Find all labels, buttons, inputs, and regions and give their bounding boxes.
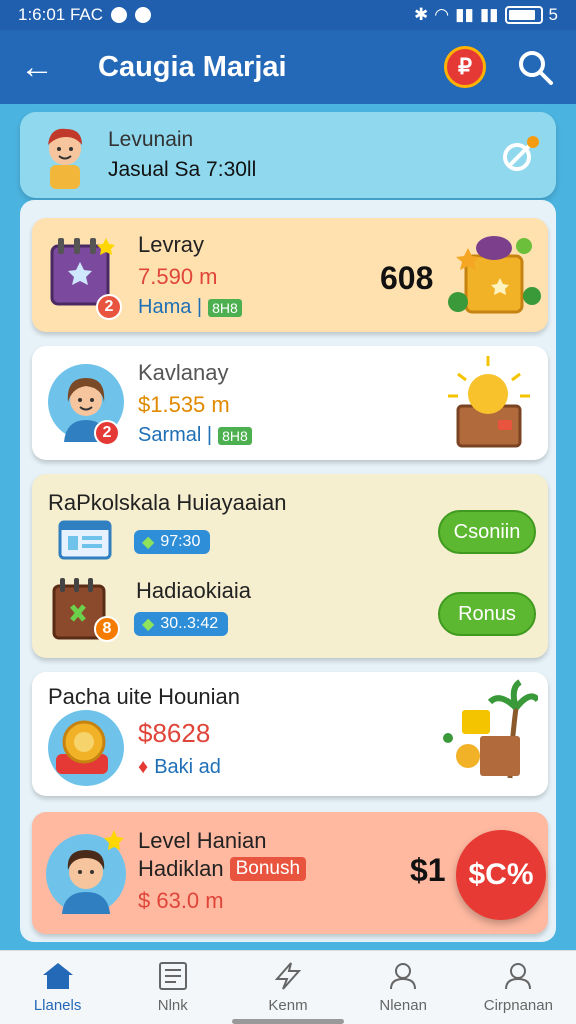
discount-fab-label: $C%: [468, 858, 534, 891]
status-bar: 1:6:01 FAC ✱ ◠ ▮▮ ▮▮ 5: [0, 0, 576, 30]
time-pill: ◆ 30..3:42: [134, 612, 229, 636]
home-icon: [42, 963, 73, 989]
nav-item-document[interactable]: Nlnk: [123, 961, 223, 1014]
treasure-chest-icon: [448, 226, 542, 327]
shield-icon: [111, 7, 128, 23]
pin-icon: ♦: [138, 756, 149, 778]
card-tag: 8H8: [218, 426, 252, 445]
claim-button-label: Csoniin: [453, 520, 521, 543]
card-tag: 8H8: [208, 298, 242, 317]
bonus-tag: Bonush: [229, 857, 307, 881]
battery-label: 5: [548, 5, 558, 24]
nav-label: Llanels: [33, 997, 82, 1014]
rewards-section: RaPkolskala Huiayaaian ◆ 97:30 Csoniin 8…: [32, 474, 548, 658]
card-title: Level Hanian: [138, 828, 267, 853]
signal-icon: ▮▮: [479, 5, 499, 24]
card-subtitle: Sarmal | 8H8: [138, 424, 252, 447]
nav-item-profile[interactable]: Cirpnanan: [468, 961, 568, 1014]
leaf-icon: ◆: [142, 534, 155, 551]
nav-label: Cirpnanan: [483, 997, 553, 1014]
app-bar: ← Caugia Marjai ₽: [0, 30, 576, 104]
edit-icon[interactable]: [500, 135, 540, 175]
time-pill-label: 30..3:42: [160, 615, 219, 632]
card-subtitle-text: Hadiklan: [138, 856, 224, 881]
nav-label: Nlenan: [379, 997, 427, 1014]
home-indicator[interactable]: [232, 1019, 344, 1024]
reward-card[interactable]: Pacha uite Hounian $8628 ♦ Baki ad: [32, 672, 548, 796]
person-icon: [390, 963, 417, 990]
time-pill-label: 97:30: [160, 533, 201, 550]
card-big-value: $1: [410, 852, 446, 888]
nav-label: Nlnk: [157, 997, 188, 1014]
reward-card[interactable]: 2 Kavlanay $1.535 m Sarmal | 8H8: [32, 346, 548, 460]
count-badge: 8: [94, 616, 120, 642]
card-subtitle-text: Baki ad: [154, 756, 221, 778]
avatar: [44, 826, 134, 923]
card-amount: $8628: [138, 718, 211, 748]
content-panel: 2 Levray 7.590 m Hama | 8H8 608 2 Kavlan…: [20, 200, 556, 942]
claim-button[interactable]: Csoniin: [438, 510, 536, 554]
card-subtitle-text: Sarmal |: [138, 424, 213, 446]
wifi-icon: ◠: [434, 5, 450, 24]
coin-icon: [44, 704, 128, 793]
count-badge-label: 8: [102, 620, 112, 637]
lightning-icon: [274, 962, 302, 990]
nav-item-home[interactable]: Llanels: [8, 961, 108, 1014]
bluetooth-icon: ✱: [414, 5, 429, 24]
card-subtitle-text: Hama |: [138, 296, 203, 318]
avatar: [36, 121, 94, 189]
notification-icon: [135, 7, 152, 23]
status-time: 1:6:01 FAC: [18, 5, 104, 24]
user-name: Levunain: [108, 128, 194, 151]
leaf-icon: ◆: [142, 616, 155, 633]
card-amount: $ 63.0 m: [138, 888, 224, 913]
document-icon: [158, 962, 187, 990]
card-subtitle: Hadiklan Bonush: [138, 856, 307, 882]
card-subtitle: Hama | 8H8: [138, 296, 242, 319]
profile-icon: [505, 963, 532, 990]
palm-gift-icon: [440, 678, 541, 793]
nav-item-lightning[interactable]: Kenm: [238, 961, 338, 1014]
rewards-badge-label: ₽: [458, 54, 472, 79]
search-icon[interactable]: [514, 46, 556, 88]
card-subtitle: ♦ Baki ad: [138, 756, 221, 779]
rewards-badge-icon[interactable]: ₽: [444, 46, 486, 88]
section-title: RaPkolskala Huiayaaian: [48, 490, 287, 515]
user-subtitle: Jasual Sa 7:30ll: [108, 158, 257, 181]
battery-icon: [504, 6, 543, 24]
signal-icon: ▮▮: [455, 5, 474, 24]
count-badge: 2: [96, 294, 122, 320]
card-amount: 7.590 m: [138, 264, 218, 289]
bonus-button[interactable]: Ronus: [438, 592, 536, 636]
card-title: Kavlanay: [138, 360, 229, 385]
card-big-value: 608: [380, 260, 434, 296]
bottom-nav: Llanels Nlnk Kenm Nlenan Cirpnanan: [0, 950, 576, 1024]
page-title: Caugia Marjai: [98, 50, 287, 83]
reward-card[interactable]: 2 Levray 7.590 m Hama | 8H8 608: [32, 218, 548, 332]
discount-fab[interactable]: $C%: [456, 830, 546, 920]
bonus-button-label: Ronus: [458, 602, 516, 625]
count-badge-label: 2: [104, 298, 114, 315]
user-summary[interactable]: Levunain Jasual Sa 7:30ll: [20, 112, 556, 198]
time-pill: ◆ 97:30: [134, 530, 211, 554]
count-badge: 2: [94, 420, 120, 446]
gift-box-icon: [444, 354, 534, 455]
browser-window-icon: [58, 520, 112, 567]
card-amount: $1.535 m: [138, 392, 230, 417]
nav-label: Kenm: [268, 997, 308, 1014]
row-title: Hadiaokiaia: [136, 578, 251, 603]
nav-item-person[interactable]: Nlenan: [353, 961, 453, 1014]
count-badge-label: 2: [102, 424, 112, 441]
card-title: Levray: [138, 232, 205, 257]
arrow-left-icon[interactable]: ←: [20, 48, 64, 87]
